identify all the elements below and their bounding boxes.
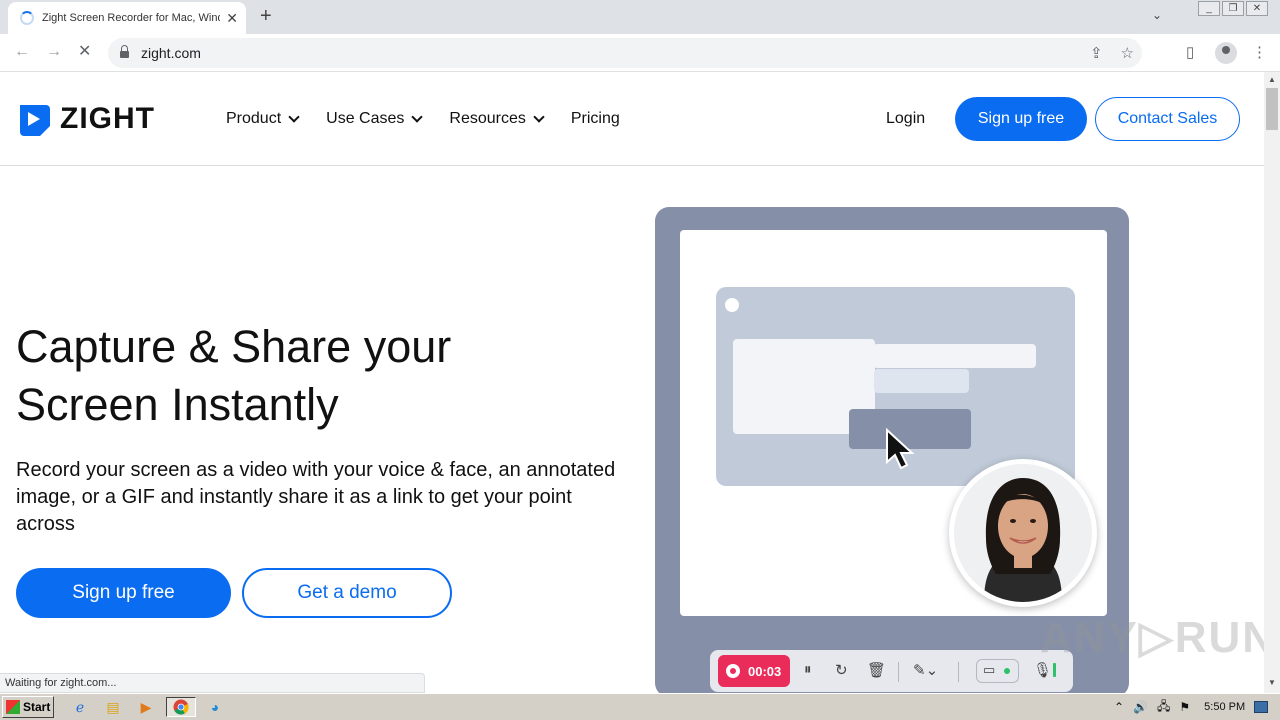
nav-resources-label: Resources xyxy=(449,110,526,127)
mic-level-indicator xyxy=(1053,663,1056,677)
network-icon[interactable]: 🖧 xyxy=(1157,697,1170,718)
lock-icon xyxy=(120,45,129,58)
windows-flag-icon xyxy=(6,700,20,714)
zight-logo-icon xyxy=(20,105,50,136)
address-bar[interactable]: zight.com ⇪ ☆ xyxy=(108,38,1142,68)
tab-search-icon[interactable]: ⌄ xyxy=(1152,8,1162,22)
nav-pricing-label: Pricing xyxy=(570,110,620,127)
nav-pricing[interactable]: Pricing xyxy=(571,110,620,128)
hero-subtitle: Record your screen as a video with your … xyxy=(16,459,616,535)
scroll-up-arrow-icon[interactable]: ▲ xyxy=(1268,75,1276,84)
pause-icon[interactable]: ⏸ xyxy=(804,661,812,678)
watermark-logo: ANY▷RUN xyxy=(1040,613,1277,662)
main-nav: Product Use Cases Resources Pricing xyxy=(226,110,648,128)
webcam-avatar xyxy=(949,459,1097,607)
browser-tabstrip: Zight Screen Recorder for Mac, Windows ✕… xyxy=(0,0,1280,34)
share-icon[interactable]: ⇪ xyxy=(1090,44,1103,62)
login-link[interactable]: Login xyxy=(886,110,925,128)
recording-toolbar: 00:03 ⏸ ↻ 🗑 ✎⌄ ▭ 🎙 xyxy=(710,650,1073,692)
camera-toggle[interactable]: ▭ xyxy=(976,659,1019,683)
tab-title: Zight Screen Recorder for Mac, Windows xyxy=(42,12,220,24)
restart-icon[interactable]: ↻ xyxy=(835,661,848,679)
profile-avatar-icon[interactable] xyxy=(1215,42,1237,64)
mock-block xyxy=(874,369,969,393)
logo-text: ZIGHT xyxy=(60,102,155,135)
edge-icon[interactable]: ◕ xyxy=(204,697,226,717)
chrome-icon xyxy=(173,699,189,715)
scroll-down-arrow-icon[interactable]: ▼ xyxy=(1268,678,1276,687)
mock-window-dot xyxy=(725,298,739,312)
record-icon xyxy=(726,664,740,678)
loading-spinner-icon xyxy=(20,11,34,25)
taskbar-clock[interactable]: 5:50 PM xyxy=(1204,701,1245,713)
file-explorer-icon[interactable]: ▤ xyxy=(102,697,124,717)
forward-arrow-icon[interactable]: → xyxy=(46,42,62,62)
scrollbar-thumb[interactable] xyxy=(1266,88,1278,130)
hero-title: Capture & Share your Screen Instantly xyxy=(16,321,452,430)
zight-logo[interactable]: ZIGHT xyxy=(16,102,155,136)
start-label: Start xyxy=(23,700,51,714)
trash-icon[interactable]: 🗑 xyxy=(867,661,886,679)
chevron-down-icon xyxy=(288,110,300,123)
signup-button-hero[interactable]: Sign up free xyxy=(16,568,231,618)
site-header: ZIGHT Product Use Cases Resources Pricin… xyxy=(0,72,1264,166)
get-demo-button[interactable]: Get a demo xyxy=(242,568,452,618)
contact-sales-button[interactable]: Contact Sales xyxy=(1095,97,1240,141)
chevron-down-icon xyxy=(411,110,424,123)
mouse-cursor-icon xyxy=(886,428,915,470)
tab-close-icon[interactable]: ✕ xyxy=(226,10,238,27)
back-arrow-icon[interactable]: ← xyxy=(14,42,30,62)
stop-icon[interactable]: ✕ xyxy=(78,42,91,62)
chrome-taskbar-icon[interactable] xyxy=(166,697,196,717)
browser-toolbar: ← → ✕ zight.com ⇪ ☆ ▯ ⋮ xyxy=(0,34,1280,72)
menu-kebab-icon[interactable]: ⋮ xyxy=(1252,43,1267,61)
system-tray: ⌃ 🔊 🖧 ⚑ 5:50 PM xyxy=(1105,695,1280,719)
side-panel-icon[interactable]: ▯ xyxy=(1186,43,1194,61)
mock-block xyxy=(873,344,1036,368)
url-text[interactable]: zight.com xyxy=(141,45,201,61)
microphone-icon[interactable]: 🎙 xyxy=(1033,661,1052,679)
nav-use-cases[interactable]: Use Cases xyxy=(326,110,424,128)
browser-status-bubble: Waiting for zight.com... xyxy=(0,673,425,693)
action-center-flag-icon[interactable]: ⚑ xyxy=(1179,700,1190,714)
toolbar-divider xyxy=(958,662,959,682)
nav-product[interactable]: Product xyxy=(226,110,300,128)
camera-status-dot xyxy=(1004,668,1010,674)
media-player-icon[interactable]: ▶ xyxy=(135,697,157,717)
tray-expand-icon[interactable]: ⌃ xyxy=(1114,700,1124,714)
bookmark-star-icon[interactable]: ☆ xyxy=(1121,44,1134,62)
camera-icon: ▭ xyxy=(983,662,996,677)
minimize-button[interactable]: _ xyxy=(1198,1,1220,16)
nav-use-cases-label: Use Cases xyxy=(326,110,405,127)
chevron-down-icon xyxy=(533,110,545,123)
internet-explorer-icon[interactable]: ℯ xyxy=(69,697,91,717)
signup-button-header[interactable]: Sign up free xyxy=(955,97,1087,141)
window-controls: _ ❐ ✕ xyxy=(1198,1,1268,16)
nav-resources[interactable]: Resources xyxy=(449,110,545,128)
toolbar-divider xyxy=(898,662,899,682)
page-scrollbar[interactable]: ▲ ▼ xyxy=(1264,72,1280,693)
annotate-pen-icon[interactable]: ✎⌄ xyxy=(913,661,938,679)
stop-recording-button[interactable]: 00:03 xyxy=(718,655,790,687)
volume-icon[interactable]: 🔊 xyxy=(1133,700,1148,714)
restore-button[interactable]: ❐ xyxy=(1222,1,1244,16)
show-desktop-icon[interactable] xyxy=(1254,701,1269,713)
recording-timer: 00:03 xyxy=(748,663,782,679)
windows-taskbar: Start ℯ ▤ ▶ ◕ ⌃ 🔊 🖧 ⚑ 5:50 PM xyxy=(0,693,1280,720)
person-portrait-icon xyxy=(954,464,1092,602)
nav-product-label: Product xyxy=(226,110,282,127)
start-button[interactable]: Start xyxy=(2,696,54,718)
new-tab-button[interactable]: + xyxy=(260,6,272,26)
browser-tab[interactable]: Zight Screen Recorder for Mac, Windows ✕ xyxy=(8,2,246,34)
close-window-button[interactable]: ✕ xyxy=(1246,1,1268,16)
